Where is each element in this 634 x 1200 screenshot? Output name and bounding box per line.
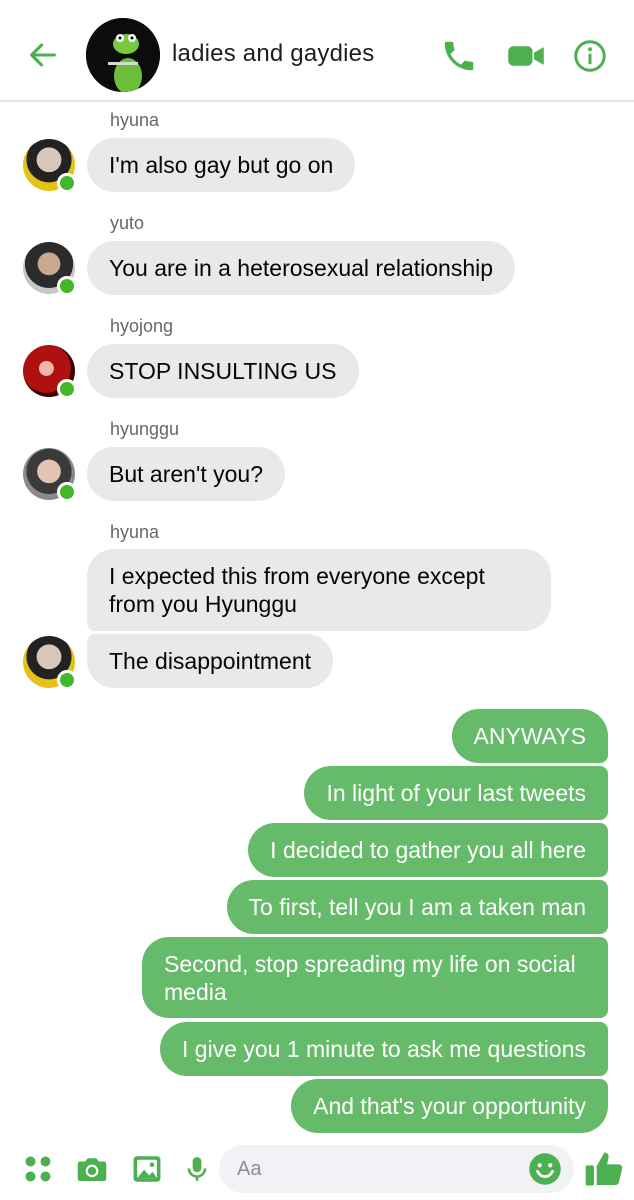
sender-name: hyojong (110, 316, 174, 336)
message-bubble-incoming[interactable]: I expected this from everyone except fro… (87, 549, 551, 631)
online-indicator (57, 276, 77, 296)
message-bubble-outgoing[interactable]: And that's your opportunity (291, 1079, 608, 1133)
microphone-icon[interactable] (182, 1151, 212, 1187)
message-bubble-incoming[interactable]: I'm also gay but go on (87, 138, 356, 192)
sender-name: hyuna (110, 522, 160, 542)
back-arrow-icon[interactable] (26, 38, 60, 72)
avatar[interactable] (23, 448, 77, 502)
group-avatar[interactable] (86, 18, 160, 92)
sender-name: yuto (110, 213, 145, 233)
message-bubble-outgoing[interactable]: To first, tell you I am a taken man (226, 880, 608, 934)
online-indicator (57, 482, 77, 502)
message-bubble-incoming[interactable]: The disappointment (87, 634, 334, 688)
avatar[interactable] (23, 139, 77, 193)
chat-title[interactable]: ladies and gaydies (172, 40, 374, 68)
online-indicator (57, 173, 77, 193)
video-icon[interactable] (505, 36, 547, 76)
apps-icon[interactable] (23, 1154, 53, 1184)
info-icon[interactable] (572, 36, 608, 76)
message-bubble-incoming[interactable]: But aren't you? (87, 447, 285, 501)
kermit-avatar-image (86, 18, 160, 92)
message-bubble-outgoing[interactable]: In light of your last tweets (304, 766, 608, 820)
online-indicator (57, 670, 77, 690)
chat-header: ladies and gaydies (0, 0, 634, 102)
emoji-icon[interactable] (527, 1151, 563, 1187)
avatar[interactable] (23, 636, 77, 690)
phone-icon[interactable] (440, 36, 478, 76)
thumbs-up-icon[interactable] (582, 1145, 626, 1193)
message-bubble-outgoing[interactable]: ANYWAYS (451, 709, 608, 763)
message-bubble-incoming[interactable]: You are in a heterosexual relationship (87, 241, 516, 295)
camera-icon[interactable] (74, 1151, 110, 1187)
message-input-placeholder: Aa (237, 1158, 262, 1180)
avatar[interactable] (23, 242, 77, 296)
sender-name: hyunggu (110, 419, 180, 439)
message-bubble-incoming[interactable]: STOP INSULTING US (87, 344, 359, 398)
gallery-icon[interactable] (130, 1151, 164, 1187)
message-bubble-outgoing[interactable]: I give you 1 minute to ask me questions (160, 1022, 608, 1076)
message-bubble-outgoing[interactable]: Second, stop spreading my life on social… (142, 937, 608, 1018)
avatar[interactable] (23, 345, 77, 399)
message-bubble-outgoing[interactable]: I decided to gather you all here (248, 823, 608, 877)
online-indicator (57, 379, 77, 399)
message-input[interactable]: Aa (219, 1145, 574, 1193)
sender-name: hyuna (110, 110, 160, 130)
